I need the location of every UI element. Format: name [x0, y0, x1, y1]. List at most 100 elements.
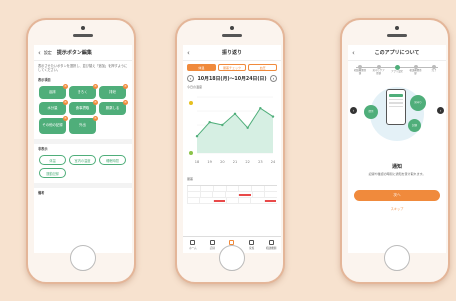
x-tick-label: 18 [195, 160, 199, 164]
screen-button-edit: ‹ 設定 提示ボタン編集 表示させたいボタンを選択し、並び替え「追加」を押すよう… [34, 45, 132, 253]
remove-icon[interactable]: × [123, 84, 128, 89]
remove-icon[interactable]: × [93, 116, 98, 121]
camera-dot [81, 26, 85, 30]
remove-icon[interactable]: × [63, 84, 68, 89]
speaker-slot [222, 34, 242, 37]
phone-mockup-2: ‹ 振り返り 体温 服薬チェック 血圧 ‹ 10月18日(月)〜10月24日(日… [175, 18, 285, 284]
shown-button[interactable]: その他の記録 × [39, 116, 68, 134]
step-active: アプリ設定 [390, 65, 404, 76]
next-button[interactable]: 次へ [354, 189, 440, 201]
temperature-chart: 18 19 20 21 22 23 24 [183, 91, 281, 175]
skip-link[interactable]: スキップ [348, 206, 446, 211]
header-bar: ‹ このアプリについて [348, 45, 446, 61]
data-point [221, 123, 224, 127]
medication-table [187, 185, 277, 204]
back-chevron-icon[interactable]: ‹ [352, 49, 355, 57]
nav-record[interactable]: 記録 [203, 237, 223, 253]
shown-button[interactable]: 排泄 × [99, 84, 128, 99]
shown-button[interactable]: 食事摂取 × [69, 100, 98, 115]
consult-icon [268, 240, 274, 245]
remove-icon[interactable]: × [63, 116, 68, 121]
chart-svg: 18 19 20 21 22 23 24 [189, 96, 276, 164]
header-bar: ‹ 振り返り [183, 45, 281, 61]
remove-icon[interactable]: × [93, 84, 98, 89]
prev-slide-icon[interactable]: ‹ [350, 106, 357, 114]
hidden-button[interactable]: 室内の温度 [69, 155, 96, 165]
tab-bar: 体温 服薬チェック 血圧 [183, 61, 281, 74]
remove-icon[interactable]: × [123, 100, 128, 105]
table-label: 服薬 [187, 177, 194, 181]
shown-button[interactable]: 服薬しる × [99, 100, 128, 115]
data-point [271, 115, 275, 118]
section-label-shown: 表示項目 [38, 78, 51, 82]
header-bar: ‹ 設定 提示ボタン編集 [34, 45, 132, 61]
speaker-slot [73, 34, 93, 37]
home-button[interactable] [70, 245, 96, 271]
record-icon [209, 240, 215, 245]
shown-button[interactable]: きろく × [69, 84, 98, 99]
camera-dot [230, 26, 234, 30]
nav-consult[interactable]: 相談機関 [261, 237, 281, 253]
x-tick-label: 19 [207, 160, 211, 164]
hidden-button[interactable]: 睡眠時間 [99, 155, 126, 165]
section-label-hidden: 非表示 [38, 147, 48, 151]
notice-description: 記録や確認の時間に通知を受け取れます。 [368, 171, 426, 176]
back-chevron-icon[interactable]: ‹ [38, 49, 41, 57]
y-marker-low [189, 151, 193, 155]
home-icon [190, 240, 196, 245]
camera-dot [395, 26, 399, 30]
nav-family[interactable]: 家族 [242, 237, 262, 253]
tab-blood-pressure[interactable]: 血圧 [248, 64, 278, 71]
data-point [195, 135, 199, 138]
shown-button[interactable]: 水分量 × [39, 100, 68, 115]
section-label-notes: 備考 [38, 191, 45, 195]
page-title: このアプリについて [374, 50, 420, 56]
chart-label: 今日の温度 [187, 85, 203, 89]
back-chevron-icon[interactable]: ‹ [187, 49, 190, 57]
next-week-icon[interactable]: › [270, 75, 277, 82]
phone-mockup-3: ‹ このアプリについて 相談機関登録 見守りケア登録 アプリ設定 相談機関登録 … [340, 18, 450, 284]
data-point [233, 112, 237, 115]
home-button[interactable] [384, 245, 410, 271]
illustration: 提示 見守り 記録 ‹ › [348, 83, 446, 161]
data-point [208, 121, 211, 124]
hidden-button-grid: 体温 室内の温度 睡眠時間 運動記録 [34, 153, 132, 180]
notice-title: 通知 [391, 163, 402, 170]
mini-phone-illustration [386, 88, 406, 125]
stepper: 相談機関登録 見守りケア登録 アプリ設定 相談機関登録 完了 [348, 61, 446, 77]
tab-medication[interactable]: 服薬チェック [217, 64, 247, 71]
shown-button[interactable]: 起床 × [39, 84, 68, 99]
date-range: 10月18日(月)〜10月24日(日) [197, 77, 267, 82]
bubble: 提示 [364, 104, 378, 119]
tab-temperature[interactable]: 体温 [187, 64, 216, 71]
x-tick-label: 23 [258, 160, 262, 164]
x-tick-label: 22 [245, 160, 249, 164]
page-title: 振り返り [221, 50, 242, 56]
x-tick-label: 20 [220, 160, 224, 164]
hidden-button[interactable]: 体温 [39, 155, 66, 165]
home-button[interactable] [219, 245, 245, 271]
back-label[interactable]: 設定 [44, 50, 52, 56]
screen-review: ‹ 振り返り 体温 服薬チェック 血圧 ‹ 10月18日(月)〜10月24日(日… [183, 45, 281, 253]
step: 完了 [427, 65, 441, 76]
date-range-row: ‹ 10月18日(月)〜10月24日(日) › [183, 74, 281, 83]
y-marker-high [189, 101, 193, 105]
step: 相談機関登録 [353, 65, 367, 76]
remove-icon[interactable]: × [93, 100, 98, 105]
shown-button[interactable]: 外出 × [69, 116, 98, 134]
data-point [246, 126, 249, 129]
phone-mockup-1: ‹ 設定 提示ボタン編集 表示させたいボタンを選択し、並び替え「追加」を押すよう… [26, 18, 136, 284]
hidden-button[interactable]: 運動記録 [39, 168, 66, 178]
bubble: 見守り [410, 94, 426, 111]
table-row [187, 198, 277, 204]
next-slide-icon[interactable]: › [437, 106, 444, 114]
step: 見守りケア登録 [372, 65, 386, 76]
screen-about: ‹ このアプリについて 相談機関登録 見守りケア登録 アプリ設定 相談機関登録 … [348, 45, 446, 253]
x-tick-label: 21 [233, 160, 237, 164]
shown-button-grid: 起床 × きろく × 排泄 × 水分量 × 食事摂取 × 服薬しる × その他の記録 × 外出… [34, 84, 132, 136]
remove-icon[interactable]: × [63, 100, 68, 105]
prev-week-icon[interactable]: ‹ [187, 75, 194, 82]
step: 相談機関登録 [409, 65, 423, 76]
description-text: 表示させたいボタンを選択し、並び替え「追加」を押すようにしてください。 [38, 64, 128, 72]
nav-home[interactable]: ホーム [183, 237, 203, 253]
